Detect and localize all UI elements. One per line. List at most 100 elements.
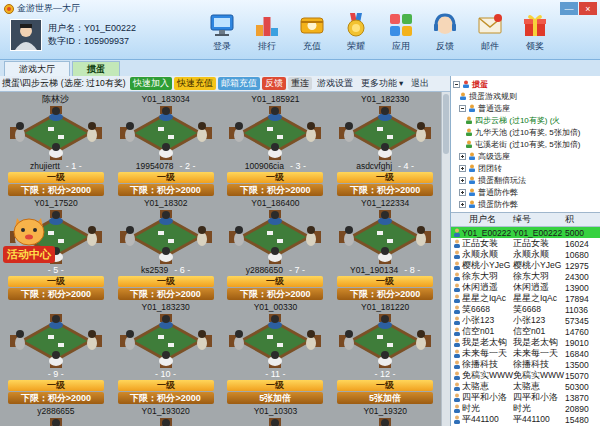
nav-item[interactable]: 荣耀: [342, 11, 370, 52]
avatar-icon[interactable]: [10, 19, 42, 51]
user-row[interactable]: 正品女装正品女装16024: [451, 238, 600, 249]
user-row[interactable]: 免稿实WWW免稿实WWW15070: [451, 370, 600, 381]
game-table[interactable]: Y01_186400y2886650- 7 -一级下限：积分>2000: [222, 198, 330, 300]
nav-item[interactable]: 反馈: [431, 11, 459, 52]
seat-name[interactable]: Y01_10303: [254, 406, 298, 417]
user-row[interactable]: 笑6668笑666811036: [451, 304, 600, 315]
game-table[interactable]: - 9 -一级下限：积分>2000: [2, 302, 110, 404]
game-table[interactable]: Y01_18303419954078- 2 -一级下限：积分>2000: [112, 94, 220, 196]
game-table[interactable]: 陈林沙zhujiertt- 1 -一级下限：积分>2000: [2, 94, 110, 196]
seat-name[interactable]: Y01_183034: [142, 94, 190, 105]
seat-name[interactable]: Y01_186400: [251, 198, 299, 209]
expander-icon[interactable]: [459, 165, 466, 172]
tree-item[interactable]: 普通选座: [451, 102, 600, 114]
toolbar-button[interactable]: 更多功能 ▾: [358, 77, 407, 90]
user-row[interactable]: 永顺永顺永顺永顺10680: [451, 249, 600, 260]
user-row[interactable]: 我是老太钩我是老太钩19010: [451, 337, 600, 348]
tab[interactable]: 游戏大厅: [4, 61, 70, 76]
tree-item[interactable]: 普通防作弊: [451, 186, 600, 198]
game-table[interactable]: Y01_19320: [331, 406, 439, 426]
game-table[interactable]: Y01_193020: [112, 406, 220, 426]
user-row[interactable]: 休闲逍遥休闲逍遥13900: [451, 282, 600, 293]
toolbar-button[interactable]: 快速加入: [130, 77, 172, 90]
seat-name[interactable]: ks2539: [141, 265, 168, 276]
user-row[interactable]: 时光时光20890: [451, 403, 600, 414]
tree-item[interactable]: 团团转: [451, 162, 600, 174]
toolbar-button[interactable]: 游戏设置: [314, 77, 356, 90]
game-table[interactable]: Y01_181220- 12 -一级5张加倍: [331, 302, 439, 404]
user-row[interactable]: 未来每一天未来每一天16840: [451, 348, 600, 359]
seat-name[interactable]: 19954078: [136, 161, 174, 172]
tree-item[interactable]: 屯溪老街 (过10有奖, 5张加倍): [451, 138, 600, 150]
nav-item[interactable]: 排行: [253, 11, 281, 52]
user-row[interactable]: 太骆恵太骆恵50300: [451, 381, 600, 392]
tree-item[interactable]: 掼蛋翻倍玩法: [451, 174, 600, 186]
seat-name[interactable]: 陈林沙: [42, 94, 69, 105]
user-row[interactable]: 樱桃小YJeG樱桃小YJeG12975: [451, 260, 600, 271]
nav-item[interactable]: 登录: [208, 11, 236, 52]
game-table[interactable]: Y01_18302ks2539- 6 -一级下限：积分>2000: [112, 198, 220, 300]
tree-item[interactable]: 四步云梯 (过10有奖) (火: [451, 114, 600, 126]
minimize-button[interactable]: —: [560, 2, 578, 15]
column-header[interactable]: 积: [563, 214, 600, 226]
seat-name[interactable]: Y01_181220: [361, 302, 409, 313]
activity-center-badge[interactable]: 活动中心: [0, 214, 58, 263]
expander-icon[interactable]: [459, 105, 466, 112]
toolbar-button[interactable]: 重连: [288, 77, 312, 90]
tree-item[interactable]: 九华天池 (过10有奖, 5张加倍): [451, 126, 600, 138]
seat-name[interactable]: Y01_190134: [350, 265, 398, 276]
game-table[interactable]: Y01_00330- 11 -一级5张加倍: [222, 302, 330, 404]
seat-name[interactable]: Y01_00330: [254, 302, 298, 313]
game-table[interactable]: Y01_185921100906cia- 3 -一级下限：积分>2000: [222, 94, 330, 196]
seat-name[interactable]: Y01_17520: [34, 198, 78, 209]
user-row[interactable]: 信空n01信空n0114760: [451, 326, 600, 337]
scrollbar[interactable]: [441, 92, 450, 426]
user-row[interactable]: 星星之IqAc星星之IqAc17894: [451, 293, 600, 304]
game-table[interactable]: Y01_183230- 10 -一级下限：积分>2000: [112, 302, 220, 404]
tree-item[interactable]: 掼蛋: [451, 78, 600, 90]
toolbar-button[interactable]: 邮箱充值: [218, 77, 260, 90]
seat-name[interactable]: y2886650: [246, 265, 283, 276]
user-row[interactable]: 平441100平44110015480: [451, 414, 600, 425]
expander-icon[interactable]: [453, 81, 460, 88]
toolbar-button[interactable]: 快速充值: [174, 77, 216, 90]
seat-name[interactable]: Y01_193020: [142, 406, 190, 417]
seat-name[interactable]: Y01_19320: [363, 406, 407, 417]
tree-item[interactable]: 掼蛋防作弊: [451, 198, 600, 210]
column-header[interactable]: 用户名: [451, 214, 511, 226]
expander-icon[interactable]: [459, 153, 466, 160]
expander-icon[interactable]: [459, 177, 466, 184]
tab[interactable]: 掼蛋: [72, 61, 120, 76]
user-row[interactable]: 小张123小张12357345: [451, 315, 600, 326]
seat-name[interactable]: Y01_183230: [142, 302, 190, 313]
game-table[interactable]: Y01_10303: [222, 406, 330, 426]
seat-name[interactable]: 100906cia: [245, 161, 284, 172]
expander-icon[interactable]: [459, 201, 466, 208]
user-row[interactable]: 徐东大羽徐东大羽24300: [451, 271, 600, 282]
tree-item[interactable]: 高级选座: [451, 150, 600, 162]
nav-item[interactable]: 领奖: [521, 11, 549, 52]
user-row[interactable]: 徐播科技徐播科技13500: [451, 359, 600, 370]
close-button[interactable]: ×: [579, 2, 597, 15]
seat-name[interactable]: Y01_18302: [144, 198, 188, 209]
nav-item[interactable]: 应用: [387, 11, 415, 52]
scroll-thumb[interactable]: [443, 94, 449, 154]
seat-name[interactable]: Y01_185921: [251, 94, 299, 105]
seat-name[interactable]: asdcvfghj: [356, 161, 392, 172]
user-row[interactable]: 四平和小洛四平和小洛13870: [451, 392, 600, 403]
seat-name[interactable]: Y01_122334: [361, 198, 409, 209]
expander-icon[interactable]: [459, 189, 466, 196]
tree-item[interactable]: 掼蛋游戏规则: [451, 90, 600, 102]
game-table[interactable]: y2886655: [2, 406, 110, 426]
game-table[interactable]: Y01_182330asdcvfghj- 4 -一级下限：积分>2000: [331, 94, 439, 196]
user-row[interactable]: Y01_E00222Y01_E002225000: [451, 227, 600, 238]
nav-item[interactable]: 邮件: [476, 11, 504, 52]
toolbar-button[interactable]: 退出: [408, 77, 432, 90]
game-table[interactable]: Y01_122334Y01_190134- 8 -一级下限：积分>2000: [331, 198, 439, 300]
seat-name[interactable]: zhujiertt: [30, 161, 60, 172]
seat-name[interactable]: y2886655: [37, 406, 74, 417]
toolbar-button[interactable]: 反馈: [262, 77, 286, 90]
seat-name[interactable]: Y01_182330: [361, 94, 409, 105]
nav-item[interactable]: 充值: [298, 11, 326, 52]
column-header[interactable]: 绰号: [511, 214, 563, 226]
